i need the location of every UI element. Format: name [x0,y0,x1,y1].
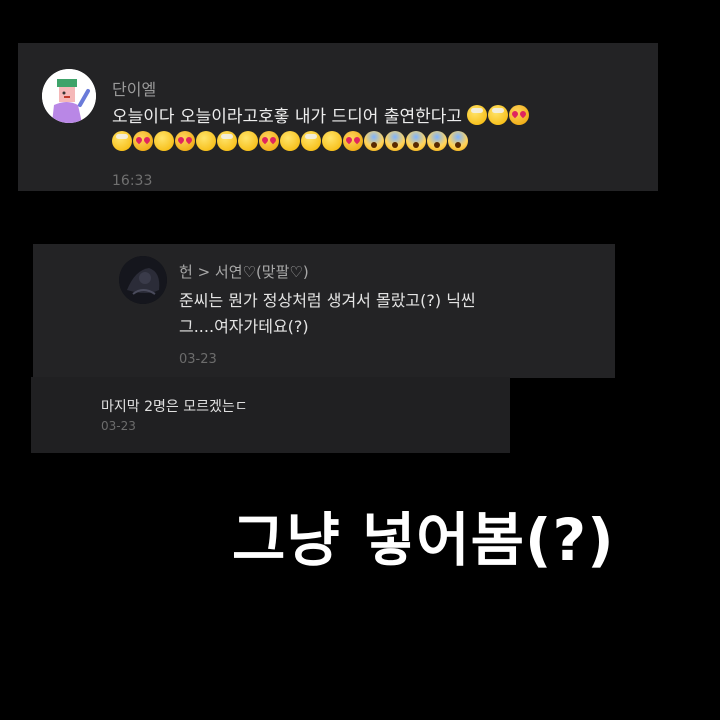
emoji-row-2 [112,130,652,156]
comment-date: 03-23 [101,419,136,433]
comment-card-3: 마지막 2명은 모르겠는ㄷ 03-23 [31,377,510,453]
screaming-emoji-icon [385,131,405,151]
comment-text-line2: 그....여자가테요(?) [179,317,309,336]
mind-blown-emoji-icon [112,131,132,151]
comment-card-1: 단이엘 오늘이다 오늘이라고호홓 내가 드디어 출연한다고 16:33 [18,43,658,191]
shocked-emoji-icon [154,131,174,151]
comment-card-2: 헌 > 서연♡(맞팔♡) 준씨는 뭔가 정상처럼 생겨서 몰랐고(?) 닉씬 그… [33,244,615,378]
comment-text-line1: 오늘이다 오늘이라고호홓 내가 드디어 출연한다고 [112,107,463,127]
comment-text-line1: 준씨는 뭔가 정상처럼 생겨서 몰랐고(?) 닉씬 [179,291,476,310]
avatar-photo-icon [119,256,167,304]
avatar[interactable] [119,256,167,304]
screaming-emoji-icon [427,131,447,151]
comment-timestamp: 16:33 [112,173,153,189]
screaming-emoji-icon [406,131,426,151]
mind-blown-emoji-icon [301,131,321,151]
emoji-row-1 [467,105,530,127]
screaming-emoji-icon [364,131,384,151]
comment-text: 오늘이다 오늘이라고호홓 내가 드디어 출연한다고 [112,104,652,156]
avatar-drawing-icon [42,69,96,123]
heart-eyes-emoji-icon [509,105,530,125]
screaming-emoji-icon [448,131,468,151]
shocked-emoji-icon [196,131,216,151]
heart-eyes-emoji-icon [343,131,363,151]
comment-date: 03-23 [179,352,217,367]
shocked-emoji-icon [322,131,342,151]
heart-eyes-emoji-icon [175,131,195,151]
mind-blown-emoji-icon [467,105,488,125]
comment-author[interactable]: 단이엘 [112,76,156,100]
comment-text: 준씨는 뭔가 정상처럼 생겨서 몰랐고(?) 닉씬 그....여자가테요(?) [179,288,599,340]
avatar[interactable] [42,69,96,123]
mind-blown-emoji-icon [217,131,237,151]
shocked-emoji-icon [280,131,300,151]
comment-author[interactable]: 헌 > 서연♡(맞팔♡) [179,261,309,282]
heart-eyes-emoji-icon [259,131,279,151]
heart-eyes-emoji-icon [133,131,153,151]
caption-text: 그냥 넣어봄(?) [232,506,615,574]
shocked-emoji-icon [238,131,258,151]
mind-blown-emoji-icon [488,105,509,125]
comment-text: 마지막 2명은 모르겠는ㄷ [101,399,248,415]
